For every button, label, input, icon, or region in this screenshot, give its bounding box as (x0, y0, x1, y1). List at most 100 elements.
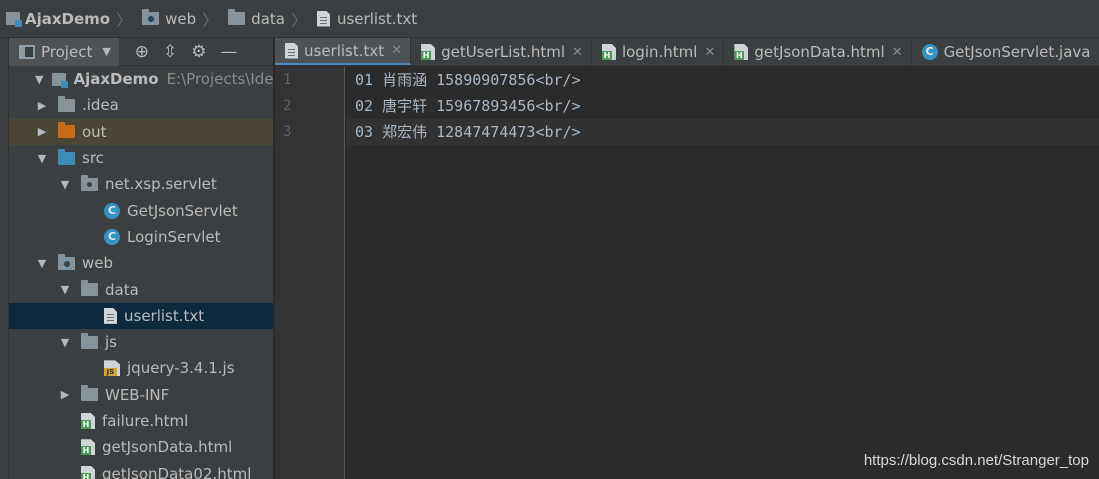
tab-label: getJsonData.html (754, 43, 885, 61)
html-file-icon (734, 44, 749, 60)
tab-label: GetJsonServlet.java (943, 43, 1091, 61)
chevron-down-icon[interactable]: ▼ (35, 257, 49, 270)
line-number: 1 (283, 72, 292, 88)
tree-item-data[interactable]: ▼ data (9, 276, 273, 302)
chevron-right-icon[interactable]: ▶ (35, 99, 49, 112)
line-number-gutter: 1 2 3 (275, 67, 345, 479)
tree-item-src[interactable]: ▼ src (9, 145, 273, 171)
web-folder-icon (58, 253, 75, 270)
project-panel-icon (19, 44, 35, 59)
tree-item-ajaxdemo[interactable]: ▼ AjaxDemo E:\Projects\IdeaPr (9, 66, 273, 92)
text-file-icon (316, 10, 330, 27)
chevron-down-icon[interactable]: ▼ (35, 73, 43, 86)
tree-item-label: js (105, 333, 117, 352)
close-icon[interactable]: ✕ (892, 45, 903, 60)
code-area[interactable]: 01 肖雨涵 15890907856<br/> 02 唐宇轩 159678934… (346, 67, 1099, 145)
text-file-icon (285, 42, 298, 59)
tree-item-package[interactable]: ▼ net.xsp.servlet (9, 171, 273, 197)
breadcrumb-separator: 〉 (290, 10, 307, 30)
tab-userlist-txt[interactable]: userlist.txt ✕ (275, 38, 412, 65)
tree-item-idea[interactable]: ▶ .idea (9, 92, 273, 118)
line-number: 2 (283, 98, 292, 114)
tree-item-label: .idea (82, 96, 119, 115)
code-editor[interactable]: 1 2 3 01 肖雨涵 15890907856<br/> 02 唐宇轩 159… (275, 67, 1099, 479)
breadcrumb-label: web (165, 9, 197, 28)
line-number: 3 (283, 124, 292, 140)
collapse-all-icon[interactable]: ⇳ (163, 42, 177, 62)
chevron-right-icon[interactable]: ▶ (35, 125, 49, 138)
package-icon (81, 174, 98, 191)
html-file-icon (81, 439, 95, 456)
tree-item-jquery[interactable]: jquery-3.4.1.js (9, 355, 273, 381)
tree-item-label: getJsonData.html (102, 438, 233, 457)
tree-item-getjsondata[interactable]: getJsonData.html (9, 434, 273, 460)
tree-item-label: data (105, 280, 139, 299)
chevron-down-icon[interactable]: ▼ (58, 178, 72, 191)
tree-item-failure[interactable]: failure.html (9, 408, 273, 434)
tab-getjsondata-html[interactable]: getJsonData.html ✕ (724, 38, 912, 65)
tree-item-web[interactable]: ▼ web (9, 250, 273, 276)
code-line[interactable]: 01 肖雨涵 15890907856<br/> (346, 67, 1099, 93)
tree-item-loginservlet[interactable]: C LoginServlet (9, 224, 273, 250)
tree-item-label: net.xsp.servlet (105, 175, 217, 194)
project-panel: Project ▼ ⊕ ⇳ ⚙ — ▼ AjaxDemo E:\Projects… (9, 38, 274, 479)
code-line-current[interactable]: 03 郑宏伟 12847474473<br/> (346, 119, 1099, 145)
chevron-down-icon[interactable]: ▼ (35, 152, 49, 165)
tree-item-path: E:\Projects\IdeaPr (166, 70, 274, 89)
tab-getuserlist-html[interactable]: getUserList.html ✕ (411, 38, 592, 65)
tree-item-label: src (82, 149, 104, 168)
chevron-down-icon: ▼ (102, 45, 111, 58)
tree-item-userlist[interactable]: userlist.txt (9, 302, 273, 329)
close-icon[interactable]: ✕ (572, 45, 583, 60)
folder-icon (81, 280, 98, 297)
editor-tabs: userlist.txt ✕ getUserList.html ✕ login.… (275, 38, 1099, 66)
folder-icon (81, 332, 98, 349)
tree-item-label: getJsonData02.html (102, 464, 252, 479)
tree-item-web-inf[interactable]: ▶ WEB-INF (9, 382, 273, 408)
chevron-down-icon[interactable]: ▼ (58, 336, 72, 349)
web-folder-icon (142, 9, 160, 25)
tree-item-label: GetJsonServlet (127, 201, 238, 220)
tree-item-js[interactable]: ▼ js (9, 329, 273, 355)
watermark-text: https://blog.csdn.net/Stranger_top (863, 452, 1089, 469)
tab-login-html[interactable]: login.html ✕ (592, 38, 725, 65)
breadcrumb-label: userlist.txt (336, 9, 418, 28)
gear-icon[interactable]: ⚙ (191, 42, 206, 62)
breadcrumb-label: data (251, 9, 285, 28)
tree-item-getjsondata02[interactable]: getJsonData02.html (9, 460, 273, 479)
text-file-icon (104, 307, 117, 324)
project-panel-header: Project ▼ ⊕ ⇳ ⚙ — (9, 38, 273, 66)
breadcrumb-item-web[interactable]: web (136, 0, 196, 38)
module-icon (6, 12, 22, 27)
html-file-icon (601, 44, 616, 60)
js-file-icon (104, 360, 120, 377)
hide-panel-icon[interactable]: — (221, 42, 238, 62)
close-icon[interactable]: ✕ (704, 45, 715, 60)
code-line[interactable]: 02 唐宇轩 15967893456<br/> (346, 93, 1099, 119)
project-tree: ▼ AjaxDemo E:\Projects\IdeaPr ▶ .idea ▶ … (9, 66, 273, 479)
navigation-breadcrumb: AjaxDemo 〉 web 〉 data 〉 userlist.txt (0, 0, 1099, 38)
tab-label: login.html (621, 43, 698, 61)
source-folder-icon (58, 148, 75, 165)
chevron-right-icon[interactable]: ▶ (58, 388, 72, 401)
breadcrumb-item-project[interactable]: AjaxDemo (0, 0, 110, 38)
locate-file-icon[interactable]: ⊕ (135, 42, 149, 62)
html-file-icon (81, 413, 95, 429)
tool-window-stripe[interactable] (0, 38, 9, 479)
tab-getjsonservlet-java[interactable]: C GetJsonServlet.java (912, 38, 1099, 65)
breadcrumb-item-data[interactable]: data (222, 0, 285, 38)
chevron-down-icon[interactable]: ▼ (58, 283, 72, 296)
tab-label: getUserList.html (441, 43, 566, 61)
close-icon[interactable]: ✕ (391, 43, 402, 58)
tree-item-getjsonservlet[interactable]: C GetJsonServlet (9, 197, 273, 223)
java-class-icon: C (921, 44, 938, 60)
folder-icon (81, 385, 98, 402)
tab-label: userlist.txt (304, 41, 385, 60)
tree-item-label: out (82, 122, 107, 141)
breadcrumb-separator: 〉 (202, 10, 219, 30)
tree-item-label: jquery-3.4.1.js (127, 359, 235, 378)
breadcrumb-item-file[interactable]: userlist.txt (311, 0, 417, 38)
breadcrumb-label: AjaxDemo (25, 9, 111, 28)
project-view-selector[interactable]: Project ▼ (9, 38, 119, 66)
tree-item-out[interactable]: ▶ out (9, 118, 273, 145)
